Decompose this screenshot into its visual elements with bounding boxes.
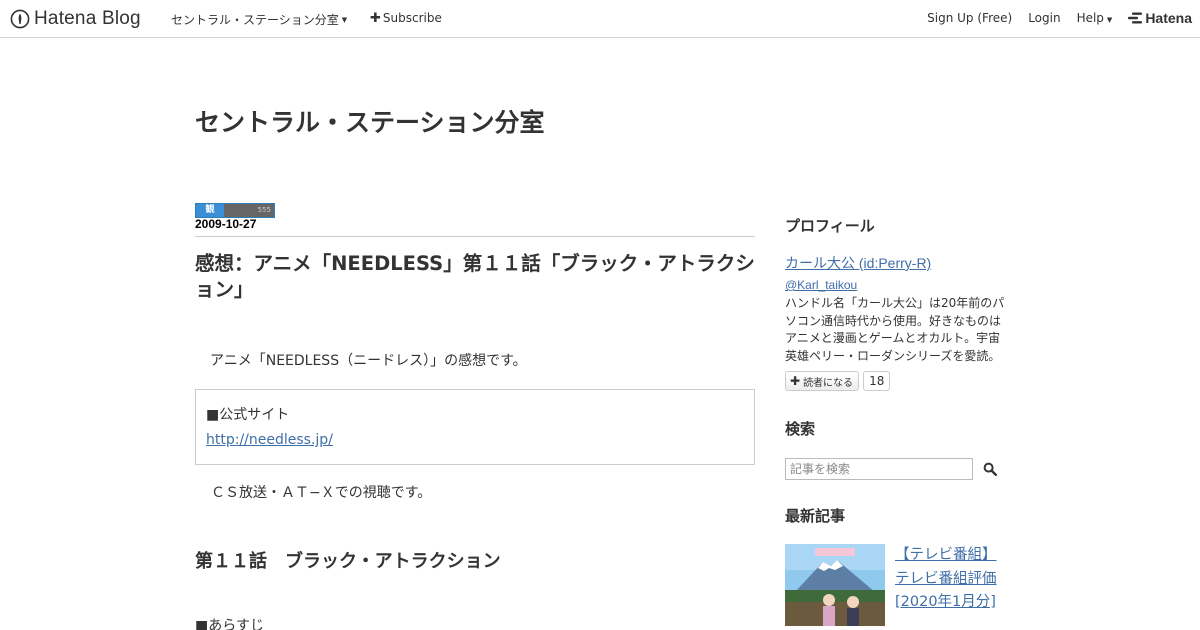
help-label: Help <box>1076 11 1104 25</box>
search-icon <box>983 462 997 476</box>
plus-icon: ✚ <box>790 374 801 388</box>
recent-entry: 【テレビ番組】テレビ番組評価[2020年1月分] <box>785 544 1005 626</box>
hatena-label: Hatena <box>1145 10 1192 26</box>
twitter-link[interactable]: @Karl_taikou <box>785 278 1005 292</box>
official-site-link[interactable]: http://needless.jp/ <box>206 432 333 448</box>
mountain-anime-thumbnail <box>785 544 885 626</box>
login-link[interactable]: Login <box>1028 11 1060 25</box>
hatena-blog-logo-icon <box>10 9 30 29</box>
reader-count[interactable]: 18 <box>863 371 891 391</box>
header-right-menu: Sign Up (Free) Login Help ▼ Hatena <box>911 9 1192 27</box>
logo-text: Hatena Blog <box>34 8 141 29</box>
hatena-menu[interactable]: Hatena <box>1128 10 1192 26</box>
search-button[interactable] <box>981 460 999 478</box>
blog-menu-dropdown[interactable]: セントラル・ステーション分室 ▼ <box>171 11 347 28</box>
hatena-blog-logo[interactable]: Hatena Blog <box>10 7 141 31</box>
signup-link[interactable]: Sign Up (Free) <box>927 11 1012 25</box>
official-site-label: ■公式サイト <box>206 407 290 423</box>
recent-heading: 最新記事 <box>785 507 846 525</box>
search-input[interactable] <box>785 458 973 480</box>
recent-entry-thumbnail[interactable] <box>785 544 885 626</box>
entry-date[interactable]: 2009-10-27 <box>195 218 755 231</box>
badge-right: 555 <box>257 206 271 214</box>
entry-article: 観 555 2009-10-27 感想：アニメ「NEEDLESS」第１１話「ブラ… <box>195 203 755 630</box>
caret-down-icon: ▼ <box>341 15 348 24</box>
search-form <box>785 458 1005 480</box>
entry-badge: 観 555 <box>195 203 275 218</box>
broadcast-note: ＣＳ放送・ＡＴ−Ｘでの視聴です。 <box>211 485 432 501</box>
caret-down-icon: ▼ <box>1106 16 1113 24</box>
reader-subscribe-label: 読者になる <box>803 377 854 389</box>
date-divider <box>195 236 755 237</box>
profile-name-link[interactable]: カール大公 (id:Perry-R) <box>785 253 1005 273</box>
profile-heading: プロフィール <box>785 217 875 235</box>
sidebar: プロフィール カール大公 (id:Perry-R) @Karl_taikou ハ… <box>785 216 1005 626</box>
subscribe-label: Subscribe <box>382 11 442 25</box>
entry-intro: アニメ「NEEDLESS（ニードレス）」の感想です。 <box>210 353 527 369</box>
subscribe-button[interactable]: ✚ Subscribe <box>370 11 442 25</box>
profile-description: ハンドル名「カール大公」は20年前のパソコン通信時代から使用。好きなものはアニメ… <box>785 296 1005 363</box>
recent-entry-title[interactable]: 【テレビ番組】テレビ番組評価[2020年1月分] <box>895 544 1005 626</box>
hatena-mark-icon <box>1128 12 1143 24</box>
reader-subscribe-row: ✚ 読者になる 18 <box>785 371 1005 391</box>
global-header: Hatena Blog セントラル・ステーション分室 ▼ ✚ Subscribe… <box>0 0 1200 38</box>
badge-left: 観 <box>196 204 224 217</box>
reader-subscribe-button[interactable]: ✚ 読者になる <box>785 371 860 391</box>
search-heading: 検索 <box>785 420 816 438</box>
official-site-box: ■公式サイト http://needless.jp/ <box>195 389 755 465</box>
episode-heading: 第１１話 ブラック・アトラクション <box>195 551 501 572</box>
entry-title[interactable]: 感想：アニメ「NEEDLESS」第１１話「ブラック・アトラクション」 <box>195 251 755 303</box>
plus-icon: ✚ <box>370 10 381 26</box>
synopsis-label: ■あらすじ <box>195 618 264 630</box>
help-dropdown[interactable]: Help ▼ <box>1077 11 1113 25</box>
blog-menu-label: セントラル・ステーション分室 <box>171 13 339 27</box>
blog-title[interactable]: セントラル・ステーション分室 <box>195 103 545 139</box>
